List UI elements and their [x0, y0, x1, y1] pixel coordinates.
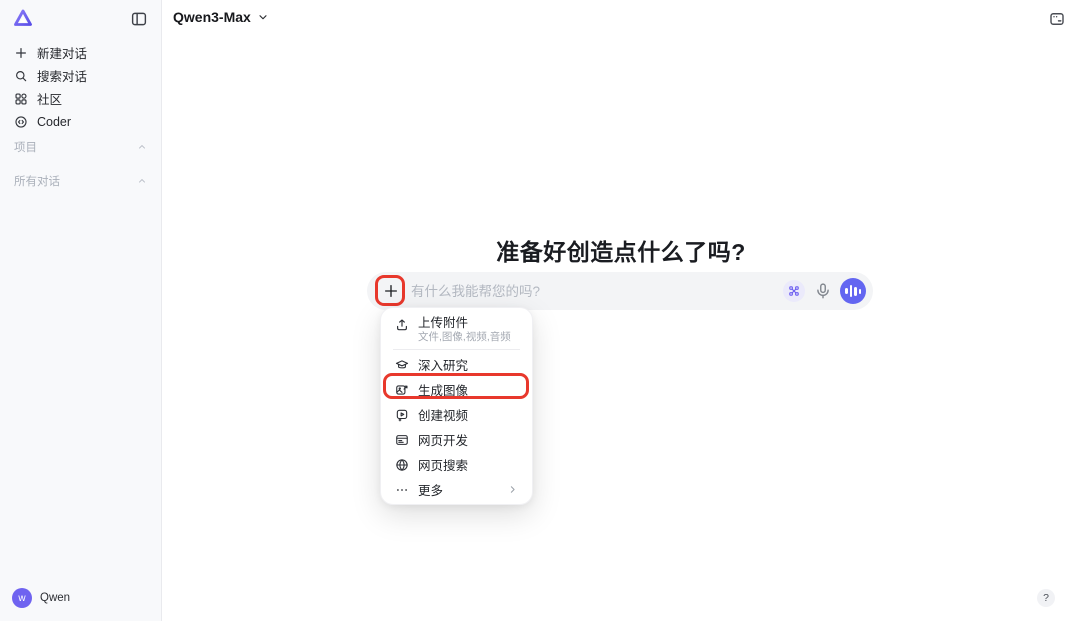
menu-item-create-video[interactable]: 创建视频: [381, 402, 532, 427]
waveform-bar: [850, 285, 853, 297]
sidebar: 新建对话 搜索对话 社区 Coder 项目 所有对话: [0, 0, 162, 621]
sidebar-section-projects[interactable]: 项目: [0, 139, 161, 155]
sidebar-collapse-icon[interactable]: [130, 10, 148, 28]
sidebar-item-label: Coder: [37, 115, 71, 129]
sidebar-section-all-chats[interactable]: 所有对话: [0, 173, 161, 189]
chevron-up-icon: [137, 176, 147, 186]
sidebar-nav: 新建对话 搜索对话 社区 Coder: [0, 41, 161, 133]
menu-item-web-dev[interactable]: 网页开发: [381, 427, 532, 452]
microphone-icon[interactable]: [814, 282, 832, 300]
sidebar-item-label: 新建对话: [37, 43, 87, 62]
sidebar-item-community[interactable]: 社区: [0, 87, 161, 110]
code-circle-icon: [14, 115, 28, 129]
model-name: Qwen3-Max: [173, 9, 251, 25]
model-selector[interactable]: Qwen3-Max: [173, 9, 269, 25]
qwen-logo-icon: [12, 8, 34, 30]
waveform-bar: [845, 288, 848, 294]
voice-mode-button[interactable]: [840, 278, 866, 304]
community-grid-icon: [14, 92, 28, 106]
menu-item-label: 生成图像: [418, 380, 468, 399]
menu-item-deep-research[interactable]: 深入研究: [381, 352, 532, 377]
video-create-icon: [395, 408, 409, 422]
menu-divider: [393, 349, 520, 350]
section-label: 项目: [14, 139, 37, 155]
more-dots-icon: [395, 483, 409, 497]
sidebar-item-coder[interactable]: Coder: [0, 110, 161, 133]
menu-item-label: 上传附件: [418, 315, 511, 331]
user-name: Qwen: [40, 592, 70, 604]
thinking-mode-button[interactable]: [783, 280, 805, 302]
app-window-icon[interactable]: [1048, 10, 1066, 28]
chevron-up-icon: [137, 142, 147, 152]
menu-item-label: 创建视频: [418, 405, 468, 424]
menu-item-more[interactable]: 更多: [381, 477, 532, 502]
help-button[interactable]: ?: [1037, 589, 1055, 607]
waveform-bar: [854, 287, 857, 296]
sidebar-item-search-chat[interactable]: 搜索对话: [0, 64, 161, 87]
menu-item-web-search[interactable]: 网页搜索: [381, 452, 532, 477]
attach-plus-button[interactable]: [379, 279, 403, 303]
prompt-input-bar: [367, 272, 873, 310]
waveform-bar: [859, 289, 862, 294]
avatar: w: [12, 588, 32, 608]
sidebar-item-new-chat[interactable]: 新建对话: [0, 41, 161, 64]
menu-item-upload-attachment[interactable]: 上传附件 文件,图像,视频,音频: [381, 312, 532, 346]
menu-item-label: 深入研究: [418, 355, 468, 374]
menu-item-generate-image[interactable]: 生成图像: [381, 377, 532, 402]
attach-menu: 上传附件 文件,图像,视频,音频 深入研究 生成图像 创建视频 网页开发 网页搜…: [380, 307, 533, 505]
section-label: 所有对话: [14, 173, 60, 189]
qwen-knot-icon: [788, 285, 800, 297]
menu-item-label: 更多: [418, 480, 443, 499]
sidebar-item-label: 搜索对话: [37, 66, 87, 85]
upload-icon: [395, 318, 409, 332]
prompt-input[interactable]: [411, 272, 731, 310]
chevron-down-icon: [257, 11, 269, 23]
browser-window-icon: [395, 433, 409, 447]
chevron-right-icon: [507, 484, 518, 495]
search-icon: [14, 69, 28, 83]
image-edit-icon: [395, 383, 409, 397]
menu-item-sublabel: 文件,图像,视频,音频: [418, 331, 511, 344]
menu-item-label: 网页搜索: [418, 455, 468, 474]
sidebar-item-label: 社区: [37, 89, 62, 108]
menu-item-label: 网页开发: [418, 430, 468, 449]
globe-icon: [395, 458, 409, 472]
user-profile[interactable]: w Qwen: [12, 588, 70, 608]
page-title: 准备好创造点什么了吗?: [162, 233, 1080, 267]
plus-icon: [14, 46, 28, 60]
graduation-cap-icon: [395, 358, 409, 372]
